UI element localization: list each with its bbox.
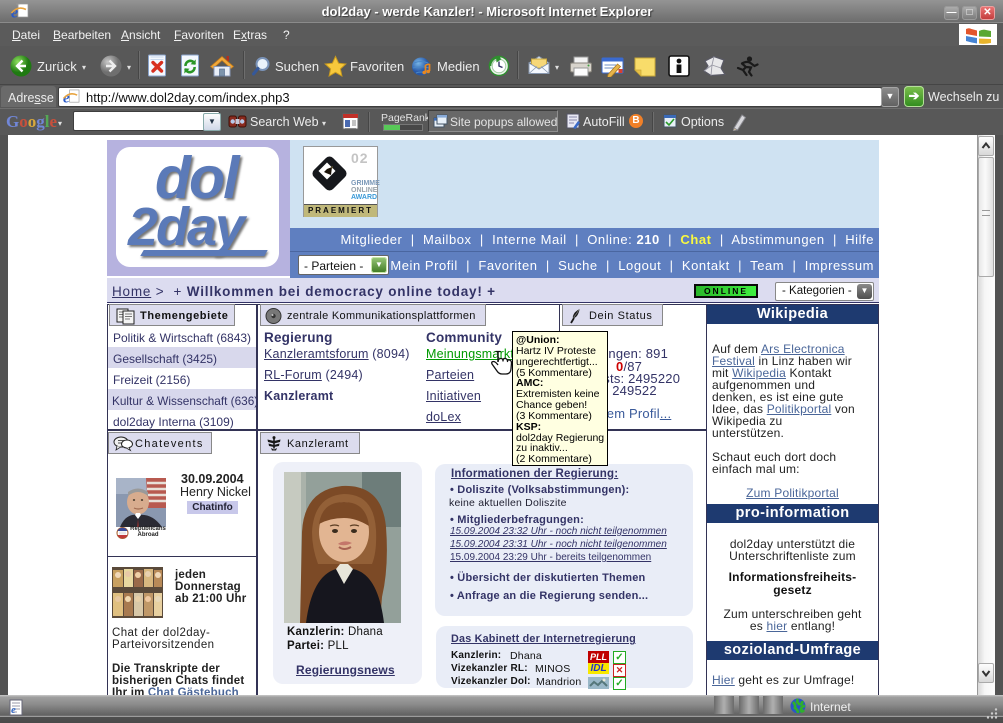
- svg-text:e: e: [11, 704, 16, 716]
